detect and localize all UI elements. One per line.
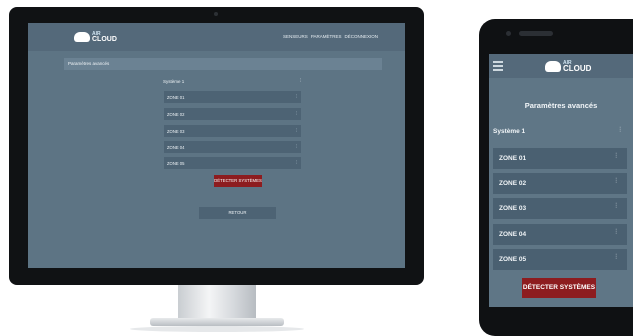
monitor-stand-neck [178, 285, 256, 320]
logo-cloud-text: CLOUD [92, 36, 117, 43]
sliders-icon[interactable]: ⫶ [619, 127, 621, 135]
logo-cloud-text: CLOUD [563, 64, 592, 73]
desktop-monitor: AIR CLOUD SENSEURS PARAMÈTRES DÉCONNEXIO… [9, 7, 424, 285]
cloud-logo-icon [74, 32, 90, 42]
zone-label: ZONE 05 [499, 256, 527, 263]
phone-speaker [519, 31, 553, 36]
hamburger-icon[interactable] [493, 61, 503, 73]
sliders-icon[interactable]: ⫶ [296, 128, 297, 134]
mobile-screen: AIR CLOUD Paramètres avancés Système 1 ⫶… [489, 54, 633, 307]
sliders-icon[interactable]: ⫶ [615, 229, 617, 237]
cloud-logo-icon [545, 60, 561, 72]
zone-row[interactable]: ZONE 04 ⫶ [164, 141, 301, 153]
monitor-shadow [130, 326, 304, 332]
zone-row[interactable]: ZONE 02 ⫶ [164, 108, 301, 120]
system-header: Système 1 ⫶ [493, 127, 627, 138]
zone-label: ZONE 05 [167, 160, 185, 166]
zone-row[interactable]: ZONE 04 ⫶ [493, 224, 627, 245]
sliders-icon[interactable]: ⫶ [296, 144, 297, 150]
nav-item-parametres[interactable]: PARAMÈTRES [311, 34, 342, 39]
zone-row[interactable]: ZONE 05 ⫶ [493, 249, 627, 270]
monitor-stand-base [150, 318, 284, 326]
zone-label: ZONE 03 [499, 205, 527, 212]
detect-systems-button[interactable]: DÉTECTER SYSTÈMES [522, 278, 596, 298]
phone-camera [506, 31, 511, 36]
app-logo[interactable]: AIR CLOUD [74, 31, 117, 43]
system-header: Système 1 ⫶ [163, 78, 301, 89]
zone-row[interactable]: ZONE 05 ⫶ [164, 157, 301, 169]
zone-label: ZONE 02 [167, 111, 185, 117]
zone-row[interactable]: ZONE 01 ⫶ [164, 91, 301, 103]
system-label: Système 1 [493, 128, 526, 135]
desktop-screen: AIR CLOUD SENSEURS PARAMÈTRES DÉCONNEXIO… [28, 23, 405, 268]
zone-row[interactable]: ZONE 02 ⫶ [493, 173, 627, 194]
sliders-icon[interactable]: ⫶ [300, 78, 301, 84]
zone-label: ZONE 03 [167, 128, 185, 134]
zone-label: ZONE 01 [167, 94, 185, 100]
device-mockup-stage: AIR CLOUD SENSEURS PARAMÈTRES DÉCONNEXIO… [0, 0, 633, 336]
zone-row[interactable]: ZONE 03 ⫶ [493, 198, 627, 219]
breadcrumb: Paramètres avancés [64, 58, 382, 70]
sliders-icon[interactable]: ⫶ [296, 111, 297, 117]
zone-label: ZONE 02 [499, 180, 527, 187]
zone-row[interactable]: ZONE 01 ⫶ [493, 148, 627, 169]
sliders-icon[interactable]: ⫶ [296, 94, 297, 100]
nav-menu: SENSEURS PARAMÈTRES DÉCONNEXION [283, 34, 378, 39]
breadcrumb-label: Paramètres avancés [68, 61, 110, 66]
mobile-navbar: AIR CLOUD [489, 54, 633, 78]
sliders-icon[interactable]: ⫶ [615, 254, 617, 262]
page-title: Paramètres avancés [524, 101, 598, 110]
back-button[interactable]: RETOUR [199, 207, 276, 219]
zone-label: ZONE 04 [499, 231, 527, 238]
sliders-icon[interactable]: ⫶ [615, 153, 617, 161]
sliders-icon[interactable]: ⫶ [296, 160, 297, 166]
app-logo[interactable]: AIR CLOUD [545, 60, 592, 73]
top-navbar: AIR CLOUD SENSEURS PARAMÈTRES DÉCONNEXIO… [28, 23, 405, 51]
detect-systems-button[interactable]: DÉTECTER SYSTÈMES [214, 175, 262, 187]
system-label: Système 1 [163, 79, 185, 84]
zone-label: ZONE 01 [499, 155, 527, 162]
zone-row[interactable]: ZONE 03 ⫶ [164, 125, 301, 137]
nav-item-senseurs[interactable]: SENSEURS [283, 34, 308, 39]
mobile-phone: AIR CLOUD Paramètres avancés Système 1 ⫶… [479, 19, 633, 336]
nav-item-deconnexion[interactable]: DÉCONNEXION [344, 34, 378, 39]
camera-dot [214, 12, 218, 16]
sliders-icon[interactable]: ⫶ [615, 203, 617, 211]
zone-label: ZONE 04 [167, 144, 185, 150]
sliders-icon[interactable]: ⫶ [615, 178, 617, 186]
